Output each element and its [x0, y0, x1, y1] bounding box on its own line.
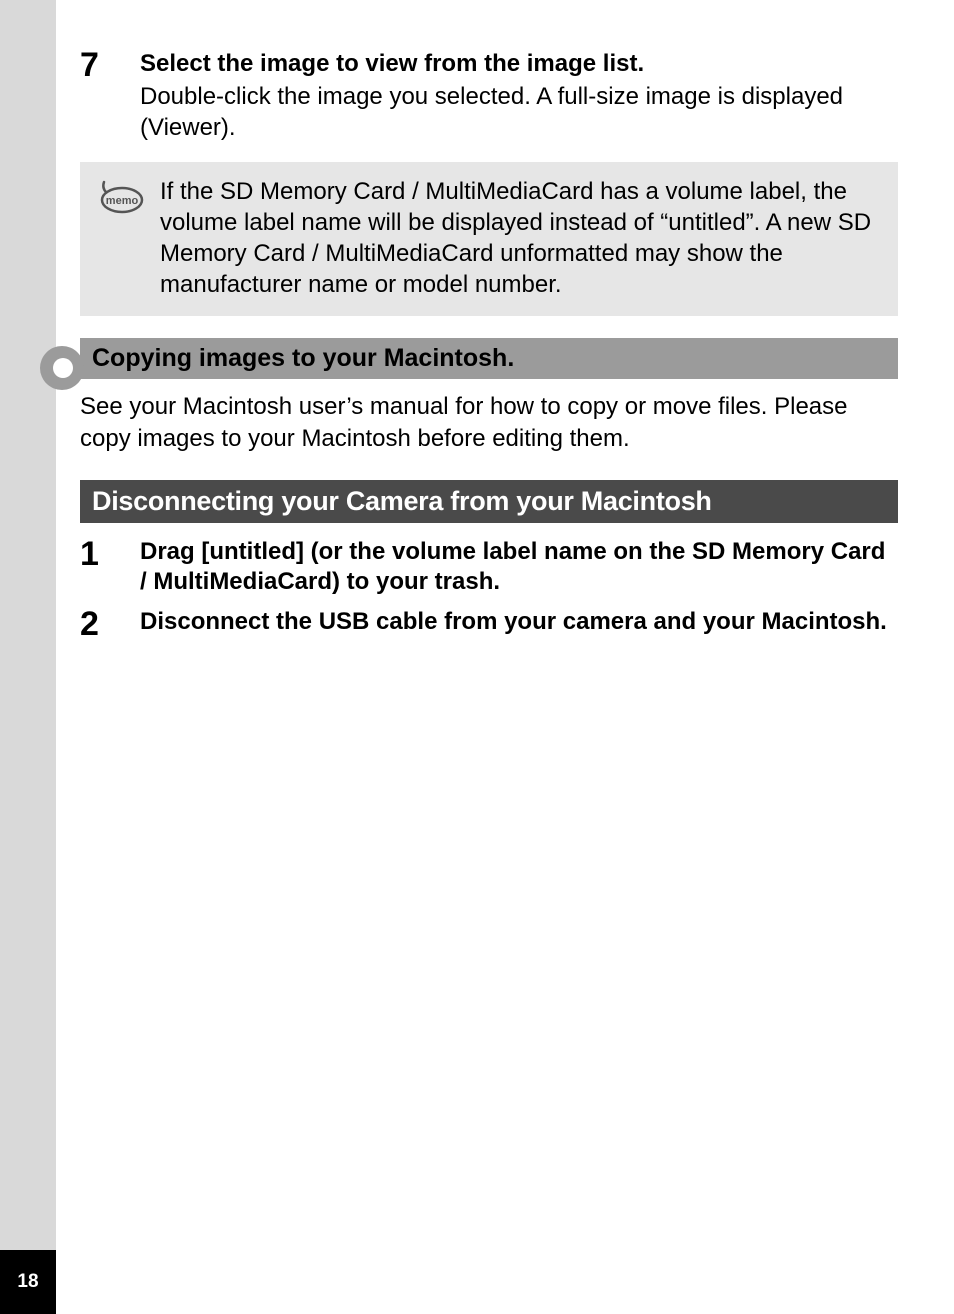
- step-number: 7: [80, 48, 140, 82]
- step-description: Double-click the image you selected. A f…: [140, 81, 898, 143]
- step-body: Drag [untitled] (or the volume label nam…: [140, 537, 898, 599]
- step-body: Select the image to view from the image …: [140, 48, 898, 144]
- manual-page: 7 Select the image to view from the imag…: [0, 0, 954, 1314]
- disconnect-step-1: 1 Drag [untitled] (or the volume label n…: [80, 537, 898, 599]
- sub-heading-copying: Copying images to your Macintosh.: [80, 338, 898, 379]
- step-number: 1: [80, 537, 140, 571]
- memo-icon: memo: [98, 178, 152, 219]
- body-text: See your Macintosh user’s manual for how…: [80, 391, 898, 453]
- left-binding-strip: [0, 0, 56, 1314]
- step-number: 2: [80, 607, 140, 641]
- side-tab-marker: [40, 346, 84, 390]
- memo-callout: memo If the SD Memory Card / MultiMediaC…: [80, 162, 898, 317]
- step-title: Select the image to view from the image …: [140, 48, 898, 79]
- step-title: Drag [untitled] (or the volume label nam…: [140, 537, 898, 597]
- page-number: 18: [0, 1250, 56, 1314]
- step-7: 7 Select the image to view from the imag…: [80, 48, 898, 144]
- step-body: Disconnect the USB cable from your camer…: [140, 607, 898, 639]
- disconnect-step-2: 2 Disconnect the USB cable from your cam…: [80, 607, 898, 641]
- memo-text: If the SD Memory Card / MultiMediaCard h…: [160, 176, 880, 301]
- svg-text:memo: memo: [106, 195, 139, 207]
- step-title: Disconnect the USB cable from your camer…: [140, 607, 898, 637]
- disconnect-steps: 1 Drag [untitled] (or the volume label n…: [80, 537, 898, 641]
- section-heading-disconnecting: Disconnecting your Camera from your Maci…: [80, 480, 898, 523]
- page-content: 7 Select the image to view from the imag…: [56, 0, 954, 1314]
